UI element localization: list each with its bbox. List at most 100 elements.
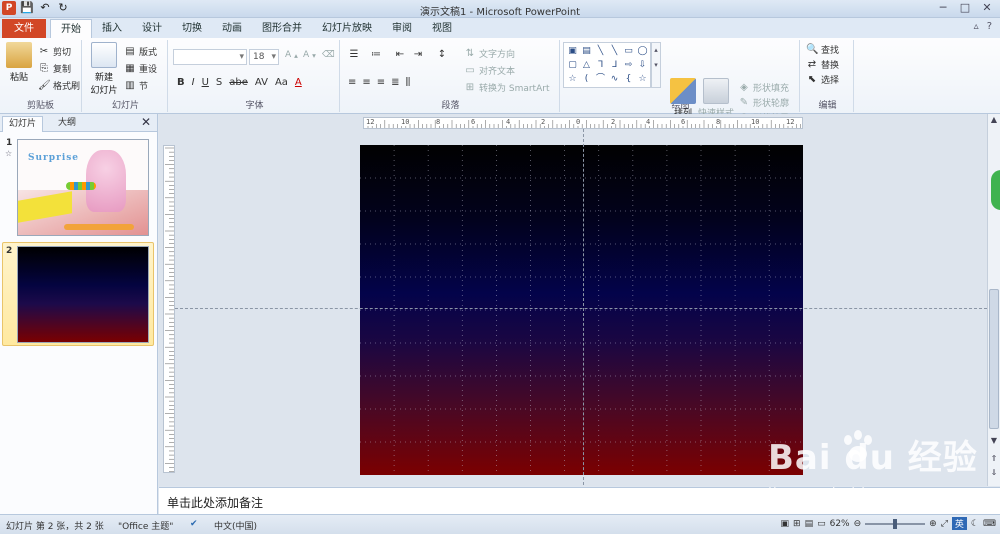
rect-shape-icon[interactable]: ▭: [622, 45, 635, 57]
brace-shape-icon[interactable]: {: [622, 73, 635, 85]
slide-thumbnail-1[interactable]: Surprise: [17, 139, 149, 236]
ribbon-minimize-icon[interactable]: ▵: [974, 21, 979, 32]
minimize-button[interactable]: ─: [934, 0, 952, 16]
star-2-shape-icon[interactable]: ☆: [636, 73, 649, 85]
panel-tab-slides[interactable]: 幻灯片: [2, 116, 44, 132]
decrease-indent-button[interactable]: ⇤: [394, 49, 406, 61]
increase-indent-button[interactable]: ⇥: [412, 49, 424, 61]
slide-thumbnail-row[interactable]: 1 ☆ Surprise: [0, 138, 158, 238]
arrange-button[interactable]: 排列: [666, 78, 700, 119]
align-right-icon[interactable]: ≡: [377, 77, 385, 88]
slide-thumbnail-row[interactable]: 2: [0, 246, 158, 346]
oval-shape-icon[interactable]: ◯: [636, 45, 649, 57]
normal-view-icon[interactable]: ▣: [781, 519, 790, 529]
tab-insert[interactable]: 插入: [92, 19, 132, 38]
scrollbar-thumb[interactable]: [989, 289, 999, 429]
format-painter-button[interactable]: 🖌 格式刷: [38, 79, 80, 93]
panel-close-icon[interactable]: ✕: [141, 115, 151, 129]
shapes-gallery-scroll[interactable]: ▴ ▾: [651, 42, 661, 88]
shapes-gallery[interactable]: ▣ ▤ ╲ ╲ ▭ ◯ ▢ △ ᒣ ᒧ ⇨ ⇩ ☆(⌒ ∿{☆: [563, 42, 651, 88]
ime-icon[interactable]: 英: [951, 517, 967, 530]
fit-slide-icon[interactable]: ⤢: [941, 519, 948, 529]
help-icon[interactable]: ?: [987, 21, 992, 32]
sorter-view-icon[interactable]: ⊞: [793, 519, 801, 529]
columns-icon[interactable]: ⫼: [406, 77, 411, 88]
curve-shape-icon[interactable]: ⌒: [594, 73, 607, 85]
next-slide-arrow[interactable]: ⇓: [988, 468, 1000, 477]
section-button[interactable]: ▥ 节: [124, 79, 148, 93]
scroll-up-arrow[interactable]: ▲: [988, 115, 1000, 124]
cut-button[interactable]: ✂ 剪切: [38, 45, 71, 59]
shadow-button[interactable]: S: [216, 77, 222, 88]
align-left-icon[interactable]: ≡: [348, 77, 356, 88]
slideshow-view-icon[interactable]: ▭: [817, 519, 826, 529]
underline-button[interactable]: U: [202, 77, 209, 88]
bold-button[interactable]: B: [177, 77, 185, 88]
textbox-v-shape-icon[interactable]: ▤: [580, 45, 593, 57]
prev-slide-arrow[interactable]: ⇑: [988, 454, 1000, 463]
copy-button[interactable]: ⎘ 复制: [38, 62, 71, 76]
reading-view-icon[interactable]: ▤: [805, 519, 814, 529]
shrink-font-button[interactable]: A ▾: [303, 50, 316, 60]
bullets-button[interactable]: ☰: [348, 49, 360, 61]
textbox-shape-icon[interactable]: ▣: [566, 45, 579, 57]
zoom-out-icon[interactable]: ⊖: [854, 519, 862, 529]
tab-review[interactable]: 审阅: [382, 19, 422, 38]
line-shape-2-icon[interactable]: ╲: [608, 45, 621, 57]
layout-button[interactable]: ▤ 版式: [124, 45, 157, 59]
scroll-down-arrow[interactable]: ▼: [988, 436, 1000, 445]
paste-button[interactable]: 粘贴: [2, 42, 36, 83]
line-shape-icon[interactable]: ╲: [594, 45, 607, 57]
text-direction-button[interactable]: ⇅ 文字方向: [464, 47, 515, 61]
quick-styles-button[interactable]: 快速样式: [696, 78, 736, 119]
justify-icon[interactable]: ≣: [391, 77, 399, 88]
grow-font-button[interactable]: A ▴: [285, 50, 298, 60]
tab-design[interactable]: 设计: [132, 19, 172, 38]
triangle-shape-icon[interactable]: △: [580, 59, 593, 71]
clear-format-icon[interactable]: ⌫: [322, 50, 335, 60]
select-button[interactable]: ⬉ 选择: [806, 73, 839, 87]
notes-pane[interactable]: 单击此处添加备注: [159, 487, 1000, 514]
italic-button[interactable]: I: [192, 77, 195, 88]
smartart-button[interactable]: ⊞ 转换为 SmartArt: [464, 81, 550, 95]
rounded-rect-shape-icon[interactable]: ▢: [566, 59, 579, 71]
slide-thumbnail-2[interactable]: [17, 246, 149, 343]
spellcheck-icon[interactable]: ✔: [190, 519, 198, 529]
font-size-combo[interactable]: 18: [249, 49, 279, 65]
side-float-tab[interactable]: [991, 170, 1000, 210]
horizontal-guide[interactable]: [175, 308, 987, 309]
new-slide-button[interactable]: 新建 幻灯片: [86, 42, 122, 96]
strikethrough-button[interactable]: abe: [229, 77, 248, 88]
align-text-button[interactable]: ▭ 对齐文本: [464, 64, 515, 78]
close-button[interactable]: ✕: [978, 0, 996, 16]
language-status[interactable]: 中文(中国): [214, 519, 257, 532]
arrow-down-shape-icon[interactable]: ⇩: [636, 59, 649, 71]
arrow-right-shape-icon[interactable]: ⇨: [622, 59, 635, 71]
vertical-guide[interactable]: [583, 129, 584, 485]
tab-animations[interactable]: 动画: [212, 19, 252, 38]
current-slide[interactable]: [360, 145, 803, 475]
font-name-combo[interactable]: [173, 49, 247, 65]
line-spacing-button[interactable]: ↕: [436, 49, 448, 61]
powerpoint-app-icon[interactable]: P: [2, 1, 16, 15]
connector-2-shape-icon[interactable]: ᒧ: [608, 59, 621, 71]
save-icon[interactable]: 💾: [20, 1, 34, 15]
maximize-button[interactable]: □: [956, 0, 974, 16]
connector-shape-icon[interactable]: ᒣ: [594, 59, 607, 71]
replace-button[interactable]: ⇄ 替换: [806, 58, 839, 72]
notes-placeholder[interactable]: 单击此处添加备注: [167, 494, 263, 511]
freeform-shape-icon[interactable]: ∿: [608, 73, 621, 85]
align-center-icon[interactable]: ≡: [362, 77, 370, 88]
zoom-value[interactable]: 62%: [830, 519, 850, 529]
char-spacing-button[interactable]: AV: [255, 77, 268, 88]
brace-left-shape-icon[interactable]: (: [580, 73, 593, 85]
star-shape-icon[interactable]: ☆: [566, 73, 579, 85]
shape-outline-button[interactable]: ✎ 形状轮廓: [738, 96, 789, 110]
tab-home[interactable]: 开始: [50, 19, 92, 38]
tab-view[interactable]: 视图: [422, 19, 462, 38]
tab-slideshow[interactable]: 幻灯片放映: [312, 19, 382, 38]
change-case-button[interactable]: Aa: [275, 77, 288, 88]
redo-icon[interactable]: ↻: [56, 1, 70, 15]
numbering-button[interactable]: ≔: [370, 49, 382, 61]
tab-file[interactable]: 文件: [2, 19, 46, 38]
